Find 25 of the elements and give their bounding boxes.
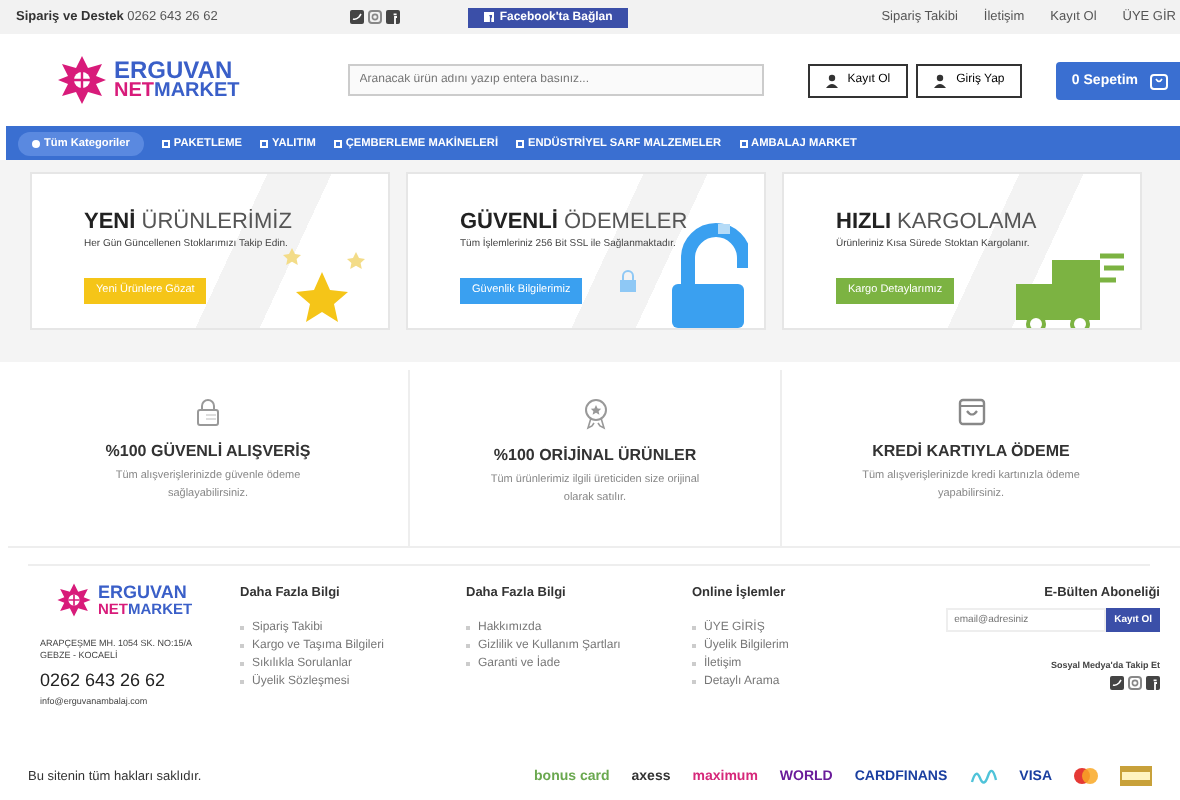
feature-title: %100 ORİJİNAL ÜRÜNLER <box>493 446 697 464</box>
banner-title: HIZLI KARGOLAMA <box>836 210 1039 234</box>
feature-title: KREDİ KARTIYLA ÖDEME <box>872 442 1070 460</box>
facebook-icon[interactable] <box>1146 676 1160 690</box>
padlock-icon <box>196 398 220 426</box>
shopping-bag-icon <box>957 398 985 426</box>
user-icon <box>934 73 949 87</box>
facebook-icon <box>483 12 494 22</box>
phone-number: 0262 643 26 62 <box>40 667 166 693</box>
truck-drawing <box>1012 248 1124 328</box>
logo-text: NETMARKET <box>114 82 240 102</box>
mastercard-icon <box>1074 768 1098 784</box>
logo-text: ERGUVAN <box>114 58 233 82</box>
logo-text: ERGUVAN <box>98 583 189 602</box>
user-icon <box>825 73 840 87</box>
flower-logo-icon <box>56 582 92 618</box>
script-logo-icon <box>969 767 998 785</box>
award-ribbon-icon <box>583 398 607 430</box>
shopping-bag-icon <box>1150 71 1168 89</box>
flower-logo-icon <box>56 54 108 106</box>
banner-title: YENİ ÜRÜNLERİMİZ <box>84 210 294 234</box>
banner-title: GÜVENLİ ÖDEMELER <box>460 210 690 234</box>
facebook-icon[interactable] <box>385 10 400 24</box>
feature-title: %100 GÜVENLİ ALIŞVERİŞ <box>105 442 311 460</box>
security-badge-icon <box>1120 766 1152 786</box>
